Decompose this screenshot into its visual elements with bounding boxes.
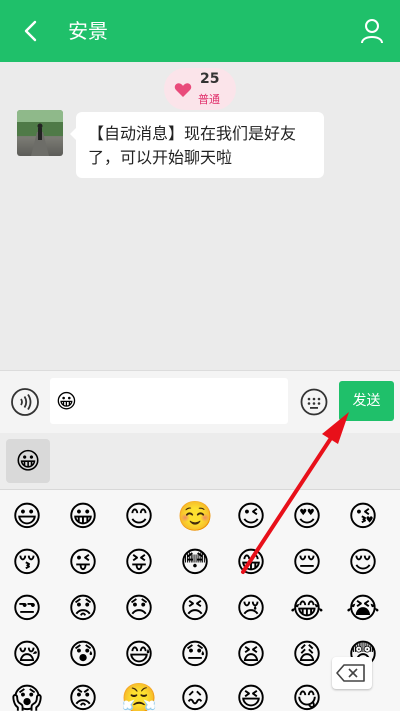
emoji-cell[interactable]: 😣 (175, 588, 215, 628)
emoji-cell[interactable]: 😭 (343, 588, 383, 628)
emoji-cell[interactable]: 😀 (63, 496, 103, 536)
delete-key[interactable] (332, 657, 372, 689)
emoji-cell[interactable]: 😤 (119, 678, 159, 711)
chat-screen: 安景 25 普通 【自动消息】现在我们是好友 了，可以开始聊天啦 😀 发送 😀 … (0, 0, 400, 711)
backspace-icon (336, 664, 365, 682)
emoji-cell[interactable]: 😫 (231, 634, 271, 674)
top-bar: 安景 (0, 0, 400, 62)
emoji-cell[interactable]: 😃 (7, 496, 47, 536)
emoji-cell[interactable]: 😢 (231, 588, 271, 628)
emoji-cell[interactable]: 😓 (175, 634, 215, 674)
heart-icon (174, 83, 192, 97)
emoji-cell[interactable]: 😟 (63, 588, 103, 628)
emoji-cell[interactable]: 😖 (175, 678, 215, 711)
intimacy-badge[interactable]: 25 普通 (164, 68, 236, 110)
emoji-cell[interactable]: 😝 (119, 542, 159, 582)
emoji-cell[interactable]: 😋 (287, 678, 327, 711)
keyboard-icon[interactable] (300, 388, 328, 416)
emoji-cell[interactable]: 😰 (63, 634, 103, 674)
emoji-cell[interactable]: 😜 (63, 542, 103, 582)
send-button[interactable]: 发送 (339, 381, 394, 421)
voice-icon[interactable] (10, 387, 40, 417)
friend-avatar[interactable] (17, 110, 63, 156)
emoji-cell[interactable]: 😆 (231, 678, 271, 711)
emoji-cell[interactable]: 😩 (287, 634, 327, 674)
emoji-cell[interactable]: 😪 (7, 634, 47, 674)
emoji-cell[interactable]: 😔 (287, 542, 327, 582)
intimacy-value: 25 (200, 71, 220, 87)
emoji-cell[interactable]: 😱 (7, 678, 47, 711)
intimacy-level: 普通 (198, 93, 220, 106)
emoji-cell[interactable]: 😳 (175, 542, 215, 582)
emoji-cell[interactable]: 😚 (7, 542, 47, 582)
avatar-photo (17, 110, 63, 156)
emoji-cell[interactable]: 😞 (119, 588, 159, 628)
emoji-cell[interactable]: 😂 (287, 588, 327, 628)
profile-icon[interactable] (360, 18, 384, 44)
message-line-1: 【自动消息】现在我们是好友 (88, 124, 297, 143)
emoji-cell[interactable]: 😌 (343, 542, 383, 582)
emoji-cell[interactable]: 😒 (7, 588, 47, 628)
emoji-cell[interactable]: 😡 (63, 678, 103, 711)
emoji-cell[interactable]: 😘 (343, 496, 383, 536)
message-line-2: 了，可以开始聊天啦 (88, 148, 233, 167)
emoji-panel: 😋 😆 😖 😤 😡 😱 😨 😩 😫 😓 😅 😰 😪 😭 😂 😢 😣 😞 😟 😒 😌 😔 😁 😳 😝 😜 😚 😘 😍 😉 ☺️ 😊 😀 😃 (0, 490, 400, 711)
message-list: 25 普通 【自动消息】现在我们是好友 了，可以开始聊天啦 (0, 62, 400, 370)
input-bar: 😀 发送 (0, 370, 400, 434)
emoji-cell[interactable]: 😅 (119, 634, 159, 674)
emoji-cell[interactable]: 😉 (231, 496, 271, 536)
message-bubble[interactable]: 【自动消息】现在我们是好友 了，可以开始聊天啦 (70, 112, 324, 178)
emoji-category-tab[interactable]: 😀 (6, 439, 50, 483)
message-input[interactable]: 😀 (50, 378, 288, 424)
emoji-cell[interactable]: 😊 (119, 496, 159, 536)
emoji-cell[interactable]: 😍 (287, 496, 327, 536)
chat-title: 安景 (68, 19, 108, 43)
emoji-cell[interactable]: ☺️ (175, 496, 215, 536)
back-arrow-icon[interactable] (18, 17, 44, 45)
emoji-cell[interactable]: 😁 (231, 542, 271, 582)
emoji-category-bar: 😀 (0, 433, 400, 490)
